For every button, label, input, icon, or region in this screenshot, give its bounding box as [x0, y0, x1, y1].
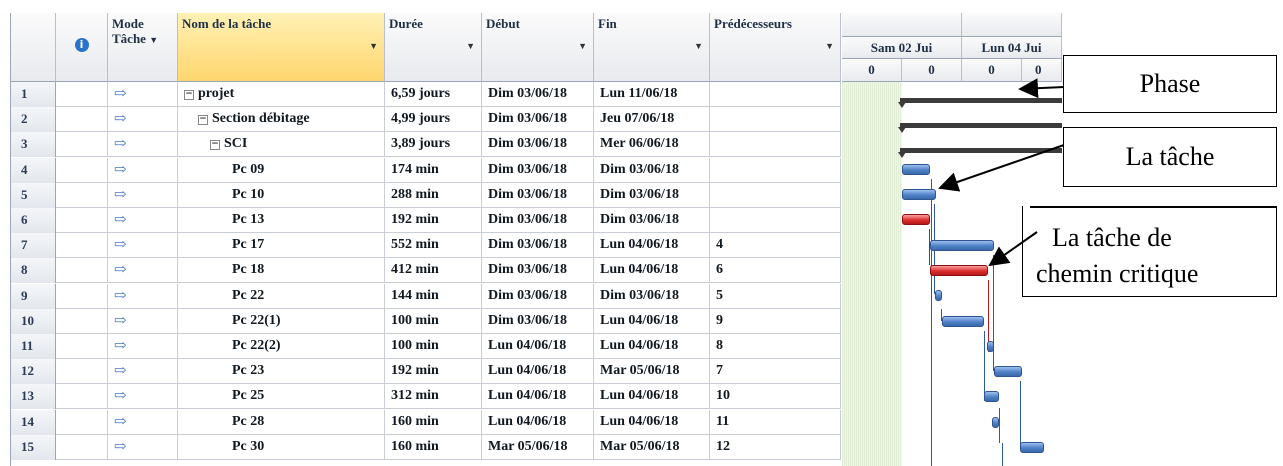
phase-annotation-text: Phase [1139, 69, 1201, 98]
task-arrow [938, 144, 1065, 192]
phase-annotation: Phase [1063, 55, 1277, 113]
critical-task-annotation: La tâche de chemin critique [1030, 212, 1277, 300]
task-annotation-text: La tâche [1125, 142, 1215, 171]
project-window: i Mode Tâche ▼ Nom de la tâche ▼ Durée ▼… [0, 0, 1283, 466]
phase-arrow [1018, 78, 1065, 99]
critical-annotation-line2: chemin critique [1036, 259, 1199, 288]
task-annotation: La tâche [1063, 127, 1277, 187]
critical-annotation-line1: La tâche de [1052, 223, 1172, 252]
critical-task-annotation-frame-top [1030, 206, 1277, 208]
